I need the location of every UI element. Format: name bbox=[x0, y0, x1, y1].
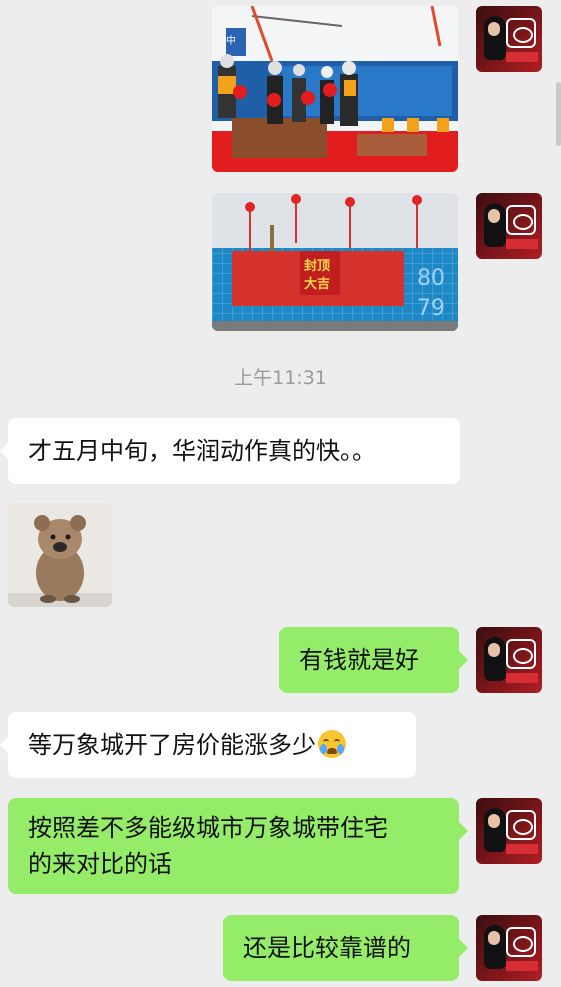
avatar[interactable] bbox=[476, 6, 542, 72]
message-text-line1: 按照差不多能级城市万象城带住宅 bbox=[28, 814, 388, 842]
incoming-message[interactable]: 等万象城开了房价能涨多少 bbox=[8, 712, 416, 778]
avatar[interactable] bbox=[476, 193, 542, 259]
bubble-tail bbox=[0, 736, 9, 754]
sign-line2: 大吉 bbox=[304, 276, 330, 292]
avatar[interactable] bbox=[476, 798, 542, 864]
topping-out-photo-image: 封顶 大吉 80 79 bbox=[212, 193, 458, 331]
message-timestamp: 上午11:31 bbox=[234, 367, 327, 389]
incoming-message[interactable]: 才五月中旬，华润动作真的快。。 bbox=[8, 418, 460, 484]
outgoing-message[interactable]: 有钱就是好 bbox=[279, 627, 459, 693]
building-digits-1: 80 bbox=[417, 266, 445, 291]
sign-line1: 封顶 bbox=[304, 258, 330, 274]
avatar[interactable] bbox=[476, 915, 542, 981]
outgoing-message[interactable]: 还是比较靠谱的 bbox=[223, 915, 459, 981]
ceremony-photo[interactable]: 中 bbox=[212, 6, 458, 172]
building-digits-2: 79 bbox=[417, 296, 445, 321]
crying-laughing-emoji bbox=[318, 730, 346, 758]
ceremony-photo-image: 中 bbox=[212, 6, 458, 172]
bubble-tail bbox=[0, 442, 9, 460]
bubble-tail bbox=[459, 939, 468, 957]
quokka-sticker[interactable] bbox=[8, 503, 112, 607]
bubble-tail bbox=[459, 651, 468, 669]
message-text: 还是比较靠谱的 bbox=[243, 934, 411, 962]
message-text: 有钱就是好 bbox=[299, 646, 419, 674]
bubble-tail bbox=[459, 822, 468, 840]
quokka-sticker-image bbox=[8, 503, 112, 607]
outgoing-message[interactable]: 按照差不多能级城市万象城带住宅 的来对比的话 bbox=[8, 798, 459, 894]
message-text-line2: 的来对比的话 bbox=[28, 850, 172, 878]
scrollbar[interactable] bbox=[556, 82, 561, 146]
message-text: 等万象城开了房价能涨多少 bbox=[28, 731, 316, 759]
message-text: 才五月中旬，华润动作真的快。。 bbox=[28, 437, 376, 465]
topping-out-photo[interactable]: 封顶 大吉 80 79 bbox=[212, 193, 458, 331]
avatar[interactable] bbox=[476, 627, 542, 693]
banner-text: 中 bbox=[226, 34, 236, 47]
